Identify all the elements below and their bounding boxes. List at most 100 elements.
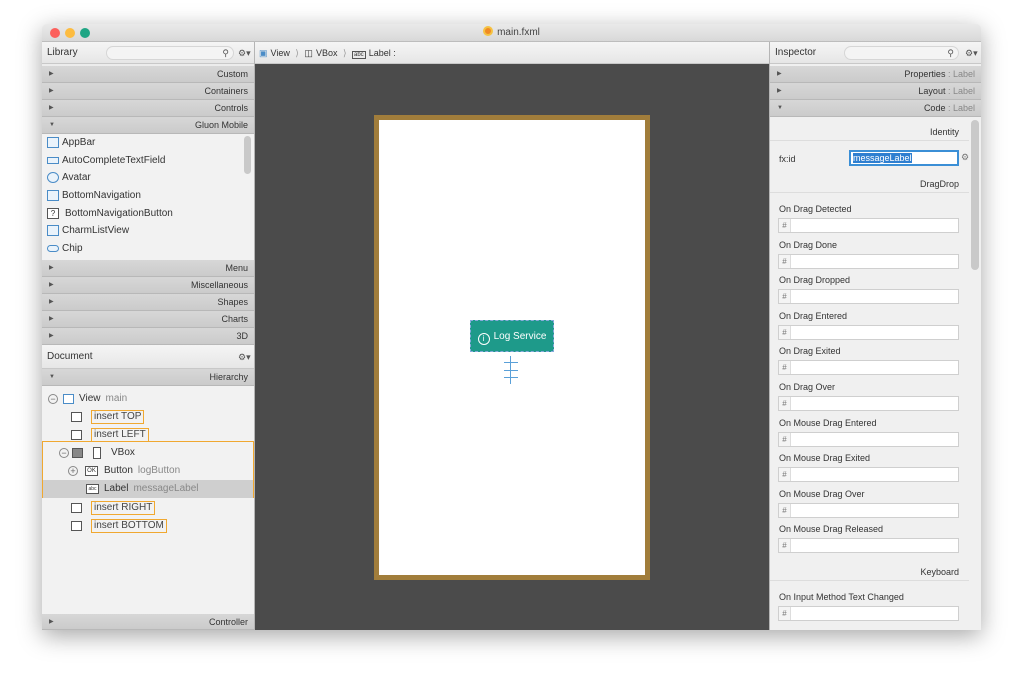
chevron-right-icon: ⟩: [295, 48, 299, 58]
inspector-scrollbar[interactable]: [971, 120, 979, 270]
collapsed-arrow-icon: ▶: [49, 277, 54, 294]
event-label: On Drag Detected: [779, 204, 852, 214]
event-label: On Input Method Text Changed: [779, 592, 904, 602]
inspector-section-properties[interactable]: ▶Properties : Label: [770, 66, 981, 83]
vbox-icon: [93, 447, 101, 459]
inspector-section-code[interactable]: ▼Code : Label: [770, 100, 981, 117]
event-label: On Mouse Drag Over: [779, 489, 865, 499]
fxml-file-icon: [483, 26, 493, 36]
library-item-chip[interactable]: Chip: [42, 240, 254, 258]
expanded-arrow-icon: ▼: [49, 117, 55, 134]
library-header: Library ⚲ ⚙▾: [42, 42, 254, 64]
library-section-miscellaneous[interactable]: ▶Miscellaneous: [42, 277, 254, 294]
zoom-button[interactable]: [80, 28, 90, 38]
search-icon: ⚲: [947, 48, 954, 58]
event-label: On Drag Over: [779, 382, 835, 392]
tree-item-insert-bottom[interactable]: insert BOTTOM: [42, 517, 254, 535]
bottom-region-icon: [71, 521, 82, 531]
controller-section[interactable]: ▶Controller: [42, 614, 254, 630]
appbar-icon: [47, 137, 59, 148]
library-search-input[interactable]: ⚲: [106, 46, 234, 60]
collapse-icon: −: [59, 448, 69, 458]
event-label: On Drag Entered: [779, 311, 847, 321]
library-section-gluon-mobile[interactable]: ▼Gluon Mobile: [42, 117, 254, 134]
library-section-shapes[interactable]: ▶Shapes: [42, 294, 254, 311]
library-section-menu[interactable]: ▶Menu: [42, 260, 254, 277]
tree-item-button[interactable]: + OK ButtonlogButton: [42, 462, 254, 480]
event-label: On Drag Done: [779, 240, 837, 250]
inspector-search-input[interactable]: ⚲: [844, 46, 959, 60]
expanded-arrow-icon: ▼: [777, 100, 783, 117]
library-item-appbar[interactable]: AppBar: [42, 134, 254, 152]
document-gear-icon[interactable]: ⚙▾: [238, 345, 251, 369]
library-item-bottomnavigation[interactable]: BottomNavigation: [42, 187, 254, 205]
avatar-icon: [47, 172, 59, 183]
event-label: On Mouse Drag Entered: [779, 418, 877, 428]
event-handler-input[interactable]: #: [778, 325, 959, 340]
app-window: main.fxml Library ⚲ ⚙▾ ▶Custom ▶Containe…: [42, 24, 981, 630]
tree-item-insert-top[interactable]: insert TOP: [42, 408, 254, 426]
library-title: Library: [47, 47, 78, 58]
textfield-icon: [47, 157, 59, 164]
question-icon: ?: [47, 208, 59, 219]
tree-item-label-selected[interactable]: abc LabelmessageLabel: [43, 480, 253, 498]
library-section-charts[interactable]: ▶Charts: [42, 311, 254, 328]
library-section-containers[interactable]: ▶Containers: [42, 83, 254, 100]
hierarchy-tree: − Viewmain insert TOP insert LEFT − VBox…: [42, 386, 254, 614]
library-item-autocompletetextfield[interactable]: AutoCompleteTextField: [42, 152, 254, 170]
right-region-icon: [71, 503, 82, 513]
tree-item-insert-right[interactable]: insert RIGHT: [42, 499, 254, 517]
collapsed-arrow-icon: ▶: [49, 294, 54, 311]
event-handler-input[interactable]: #: [778, 606, 959, 621]
close-button[interactable]: [50, 28, 60, 38]
event-label: On Mouse Drag Released: [779, 524, 883, 534]
library-item-bottomnavigationbutton[interactable]: ?BottomNavigationButton: [42, 205, 254, 223]
event-handler-input[interactable]: #: [778, 396, 959, 411]
library-item-avatar[interactable]: Avatar: [42, 169, 254, 187]
library-gear-icon[interactable]: ⚙▾: [238, 42, 251, 64]
design-canvas[interactable]: iLog Service: [255, 64, 769, 630]
collapsed-arrow-icon: ▶: [777, 66, 782, 83]
event-handler-input[interactable]: #: [778, 254, 959, 269]
event-handler-input[interactable]: #: [778, 289, 959, 304]
event-handler-input[interactable]: #: [778, 538, 959, 553]
view-preview[interactable]: iLog Service: [374, 115, 650, 580]
breadcrumb-label[interactable]: Label :: [369, 48, 396, 58]
minimize-button[interactable]: [65, 28, 75, 38]
library-item-charmlistview[interactable]: CharmListView: [42, 222, 254, 240]
chevron-right-icon: ⟩: [343, 48, 347, 58]
breadcrumb-vbox[interactable]: VBox: [316, 48, 338, 58]
left-region-icon: [71, 430, 82, 440]
library-section-custom[interactable]: ▶Custom: [42, 66, 254, 83]
chip-icon: [47, 245, 59, 252]
label-placeholder[interactable]: [504, 356, 518, 384]
tree-item-view[interactable]: − Viewmain: [42, 390, 254, 408]
fxid-input[interactable]: messageLabel: [849, 150, 959, 166]
button-icon: OK: [85, 466, 98, 476]
inspector-section-layout[interactable]: ▶Layout : Label: [770, 83, 981, 100]
library-section-3d[interactable]: ▶3D: [42, 328, 254, 345]
tree-item-vbox[interactable]: − VBox: [42, 444, 254, 462]
left-panel: Library ⚲ ⚙▾ ▶Custom ▶Containers ▶Contro…: [42, 42, 255, 630]
listview-icon: [47, 225, 59, 236]
center-region-icon: [72, 448, 83, 458]
collapsed-arrow-icon: ▶: [49, 66, 54, 83]
library-section-controls[interactable]: ▶Controls: [42, 100, 254, 117]
window-title: main.fxml: [497, 27, 540, 38]
fxid-gear-icon[interactable]: ⚙: [961, 152, 969, 163]
event-handler-input[interactable]: #: [778, 218, 959, 233]
log-service-button[interactable]: iLog Service: [470, 320, 554, 352]
inspector-gear-icon[interactable]: ⚙▾: [965, 42, 978, 64]
expanded-arrow-icon: ▼: [49, 369, 55, 386]
expand-icon: +: [68, 466, 78, 476]
fxid-label: fx:id: [779, 154, 796, 164]
view-icon: [63, 394, 74, 404]
event-handler-input[interactable]: #: [778, 503, 959, 518]
event-handler-input[interactable]: #: [778, 360, 959, 375]
breadcrumb-view[interactable]: View: [271, 48, 290, 58]
library-scrollbar[interactable]: [244, 136, 251, 174]
content-area: ▣View ⟩ ◫VBox ⟩ abcLabel : iLog Service: [255, 42, 769, 630]
event-handler-input[interactable]: #: [778, 432, 959, 447]
hierarchy-section[interactable]: ▼Hierarchy: [42, 369, 254, 386]
event-handler-input[interactable]: #: [778, 467, 959, 482]
